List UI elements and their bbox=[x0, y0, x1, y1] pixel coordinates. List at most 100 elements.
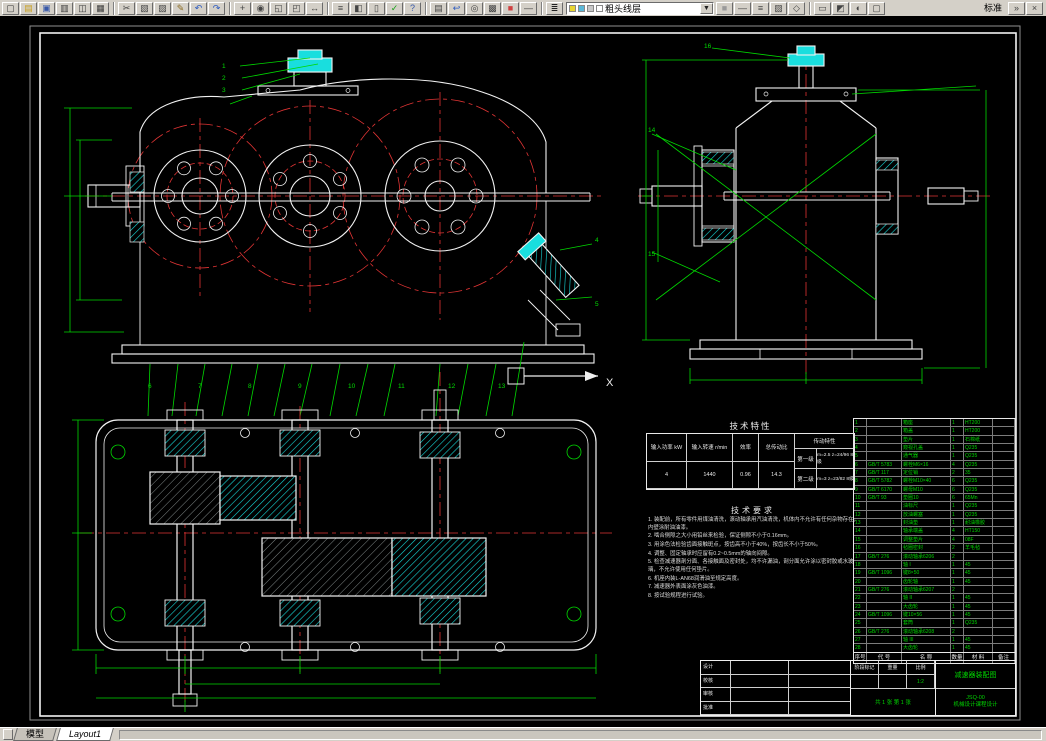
horizontal-scrollbar[interactable] bbox=[119, 729, 1042, 740]
new-icon[interactable]: ▢ bbox=[2, 2, 19, 15]
cut-icon[interactable]: ✂ bbox=[118, 2, 135, 15]
toolbar-separator bbox=[113, 2, 115, 15]
properties-icon[interactable]: ≡ bbox=[332, 2, 349, 15]
tech-requirement-line: 8. 按试验规程进行试验。 bbox=[648, 593, 708, 600]
make-current-icon[interactable]: ◎ bbox=[466, 2, 483, 15]
tech-requirements-title: 技术要求 bbox=[731, 506, 775, 515]
parts-list-row: 3 垫片 1 石棉纸 bbox=[854, 435, 1015, 445]
copy-icon[interactable]: ▧ bbox=[136, 2, 153, 15]
help-icon[interactable]: ? bbox=[404, 2, 421, 15]
toolbar-separator bbox=[327, 2, 329, 15]
parts-list-row: 7 GB/T 117 定位销 2 35 bbox=[854, 469, 1015, 478]
parts-list-row: 10 GB/T 93 垫圈10 6 65Mn bbox=[854, 494, 1015, 503]
tool-palettes-icon[interactable]: ▯ bbox=[368, 2, 385, 15]
distance-icon[interactable]: ↔ bbox=[306, 2, 323, 15]
save-icon[interactable]: ▣ bbox=[38, 2, 55, 15]
tab-scroll-button[interactable] bbox=[3, 729, 13, 740]
orbit-icon[interactable]: ◐ bbox=[850, 2, 867, 15]
combo-dropdown-icon[interactable]: ▼ bbox=[700, 3, 713, 14]
parts-list-row: 20 齿轮轴 1 45 bbox=[854, 577, 1015, 586]
org-name: 机械设计课程设计 bbox=[953, 702, 998, 708]
ucs-icon: X bbox=[507, 367, 614, 389]
toolbar-separator bbox=[809, 2, 811, 15]
layer-color-swatch bbox=[596, 5, 603, 12]
lineweight-control-icon[interactable]: ≡ bbox=[752, 2, 769, 15]
layer-combobox[interactable]: 粗头线层 ▼ bbox=[566, 2, 714, 15]
layer-properties-icon[interactable]: ▤ bbox=[430, 2, 447, 15]
svg-text:8: 8 bbox=[248, 383, 252, 390]
workspace-icon[interactable]: » bbox=[1008, 2, 1025, 15]
layer-combo-value: 粗头线层 bbox=[605, 4, 642, 14]
parts-list-row: 25 套筒 1 Q235 bbox=[854, 619, 1015, 628]
tech-char-header: 总传动比 bbox=[759, 434, 795, 462]
close-toolbar-icon[interactable]: × bbox=[1026, 2, 1043, 15]
tech-char-value: 14.3 bbox=[759, 461, 795, 489]
svg-text:16: 16 bbox=[704, 43, 712, 50]
zoom-previous-icon[interactable]: ◰ bbox=[288, 2, 305, 15]
layer-previous-icon[interactable]: ↩ bbox=[448, 2, 465, 15]
parts-list-row: 18 轴 I 1 45 bbox=[854, 560, 1015, 570]
pan-icon[interactable]: + bbox=[234, 2, 251, 15]
parts-list-row: 27 轴 III 1 45 bbox=[854, 635, 1015, 645]
linetype-icon[interactable]: ― bbox=[520, 2, 537, 15]
tech-requirement-line: 4. 调整、固定轴承时应留有0.2~0.5mm的轴向间隙。 bbox=[648, 550, 773, 557]
model-space-canvas[interactable]: X 1 2 3 4 5 6 7 8 9 10 11 12 13 14 15 16… bbox=[0, 16, 1046, 727]
toolbar-separator bbox=[229, 2, 231, 15]
parts-list-row: 1 箱座 1 HT200 bbox=[854, 419, 1015, 428]
toolbar-group-properties: ■ ― ≡ ▨ ◇ bbox=[716, 2, 806, 15]
tab-model[interactable]: 模型 bbox=[13, 728, 57, 741]
layout-tab-bar: 模型 Layout1 bbox=[0, 727, 1046, 741]
signature-row: 审核 bbox=[701, 688, 850, 702]
tech-characteristics-title: 技术特性 bbox=[729, 421, 772, 431]
plot-style-icon[interactable]: ▨ bbox=[770, 2, 787, 15]
paste-icon[interactable]: ▨ bbox=[154, 2, 171, 15]
parts-list-row: 23 大齿轮 1 45 bbox=[854, 602, 1015, 611]
render-icon[interactable]: ◩ bbox=[832, 2, 849, 15]
redo-icon[interactable]: ↷ bbox=[208, 2, 225, 15]
named-views-icon[interactable]: ▢ bbox=[868, 2, 885, 15]
open-icon[interactable]: ▤ bbox=[20, 2, 37, 15]
tech-characteristics-table: 输入功率 kW 输入转速 r/min 效率 总传动比 4 1440 0.96 1… bbox=[646, 433, 855, 490]
parts-list-table: 1 箱座 1 HT200 2 箱盖 1 HT200 3 垫片 1 石棉纸 4 窥… bbox=[853, 418, 1016, 664]
tech-requirements-text: 1. 装配前，所有零件用煤油清洗，滚动轴承用汽油清洗，机体内不允许有任何杂物存在… bbox=[648, 517, 860, 602]
standard-toolbar: ▢ ▤ ▣ ▥ ◫ ▦ ✂ ▧ ▨ ✎ ↶ ↷ + ◉ ◱ ◰ ↔ ≡ ◧ ▯ ✓? ▤ ↩ ◎ ▩ ■ ― ≣ 粗头线层 … bbox=[0, 0, 1046, 16]
plot-icon[interactable]: ▥ bbox=[56, 2, 73, 15]
svg-text:11: 11 bbox=[398, 383, 405, 390]
model-paper-toggle-icon[interactable]: ▭ bbox=[814, 2, 831, 15]
stage-row: 第一级 m=2.5 z=24/96 8级 bbox=[795, 449, 854, 469]
top-view bbox=[72, 372, 612, 714]
tech-char-header: 输入功率 kW bbox=[647, 434, 687, 462]
linetype-control-icon[interactable]: ― bbox=[734, 2, 751, 15]
tech-requirement-line: 3. 用涂色法检验齿面接触斑点，按齿高不小于40%，按齿长不小于50%。 bbox=[648, 542, 822, 549]
signature-row: 设计 bbox=[701, 661, 850, 675]
toolbar-group-edit: ✂ ▧ ▨ ✎ ↶ ↷ bbox=[118, 2, 226, 15]
scale-label: 比例 bbox=[907, 661, 935, 674]
color-swatch-icon[interactable]: ■ bbox=[502, 2, 519, 15]
zoom-window-icon[interactable]: ◱ bbox=[270, 2, 287, 15]
tech-char-value: 1440 bbox=[687, 461, 733, 489]
design-center-icon[interactable]: ◧ bbox=[350, 2, 367, 15]
tech-requirement-line: 6. 机座内装L-AN68润滑油至规定高度。 bbox=[648, 575, 743, 582]
parts-list-row: 15 调整垫片 4 08F bbox=[854, 535, 1015, 545]
parts-list-row: 16 毡圈密封 2 羊毛毡 bbox=[854, 544, 1015, 553]
plot-preview-icon[interactable]: ◫ bbox=[74, 2, 91, 15]
svg-text:2: 2 bbox=[222, 75, 226, 82]
publish-icon[interactable]: ▦ bbox=[92, 2, 109, 15]
undo-icon[interactable]: ↶ bbox=[190, 2, 207, 15]
tab-layout1[interactable]: Layout1 bbox=[56, 728, 114, 741]
markup-icon[interactable]: ✓ bbox=[386, 2, 403, 15]
svg-text:15: 15 bbox=[648, 251, 656, 258]
layers-icon[interactable]: ≣ bbox=[546, 2, 563, 15]
zoom-realtime-icon[interactable]: ◉ bbox=[252, 2, 269, 15]
parts-list-row: 19 GB/T 1096 键8×50 1 45 bbox=[854, 569, 1015, 578]
color-control-icon[interactable]: ■ bbox=[716, 2, 733, 15]
svg-text:9: 9 bbox=[298, 383, 302, 390]
object-snap-icon[interactable]: ◇ bbox=[788, 2, 805, 15]
layer-states-icon[interactable]: ▩ bbox=[484, 2, 501, 15]
match-properties-icon[interactable]: ✎ bbox=[172, 2, 189, 15]
svg-text:10: 10 bbox=[348, 383, 356, 390]
tech-requirement-line: 5. 检查减速器剖分面、各接触面及密封处，均不许漏油，剖分面允许涂以密封胶或水玻… bbox=[648, 559, 854, 574]
parts-list-row: 26 GB/T 276 滚动轴承6208 2 bbox=[854, 627, 1015, 636]
parts-list-row: 11 油标尺 1 Q235 bbox=[854, 502, 1015, 511]
svg-text:14: 14 bbox=[648, 127, 656, 134]
